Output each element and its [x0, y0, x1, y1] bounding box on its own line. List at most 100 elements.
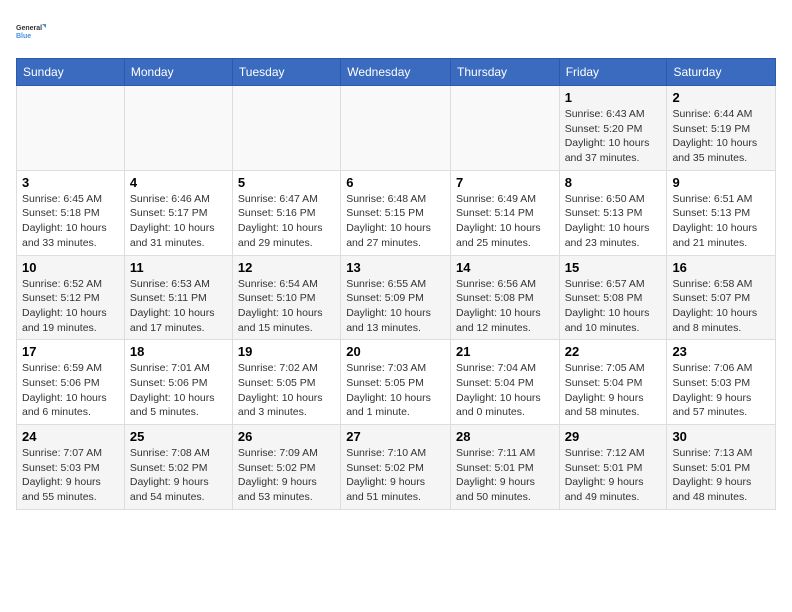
weekday-header-cell: Wednesday — [341, 59, 451, 86]
day-info: Sunrise: 6:55 AMSunset: 5:09 PMDaylight:… — [346, 277, 445, 336]
calendar-cell: 25 Sunrise: 7:08 AMSunset: 5:02 PMDayligh… — [124, 425, 232, 510]
day-number: 29 — [565, 429, 662, 444]
calendar-cell: 8 Sunrise: 6:50 AMSunset: 5:13 PMDaylight… — [559, 170, 667, 255]
day-info: Sunrise: 6:49 AMSunset: 5:14 PMDaylight:… — [456, 192, 554, 251]
weekday-header-cell: Friday — [559, 59, 667, 86]
day-number: 2 — [672, 90, 770, 105]
calendar-cell: 24 Sunrise: 7:07 AMSunset: 5:03 PMDayligh… — [17, 425, 125, 510]
day-number: 22 — [565, 344, 662, 359]
day-info: Sunrise: 6:59 AMSunset: 5:06 PMDaylight:… — [22, 361, 119, 420]
day-number: 4 — [130, 175, 227, 190]
day-number: 26 — [238, 429, 335, 444]
weekday-header-cell: Tuesday — [232, 59, 340, 86]
day-number: 19 — [238, 344, 335, 359]
day-info: Sunrise: 6:47 AMSunset: 5:16 PMDaylight:… — [238, 192, 335, 251]
day-number: 28 — [456, 429, 554, 444]
day-number: 14 — [456, 260, 554, 275]
day-number: 8 — [565, 175, 662, 190]
day-number: 25 — [130, 429, 227, 444]
calendar-cell — [451, 86, 560, 171]
day-number: 17 — [22, 344, 119, 359]
calendar-week-row: 24 Sunrise: 7:07 AMSunset: 5:03 PMDayligh… — [17, 425, 776, 510]
day-info: Sunrise: 7:09 AMSunset: 5:02 PMDaylight:… — [238, 446, 335, 505]
calendar-cell: 14 Sunrise: 6:56 AMSunset: 5:08 PMDayligh… — [451, 255, 560, 340]
calendar-cell: 23 Sunrise: 7:06 AMSunset: 5:03 PMDayligh… — [667, 340, 776, 425]
day-info: Sunrise: 6:46 AMSunset: 5:17 PMDaylight:… — [130, 192, 227, 251]
calendar-cell: 9 Sunrise: 6:51 AMSunset: 5:13 PMDaylight… — [667, 170, 776, 255]
day-info: Sunrise: 6:43 AMSunset: 5:20 PMDaylight:… — [565, 107, 662, 166]
calendar-cell: 27 Sunrise: 7:10 AMSunset: 5:02 PMDayligh… — [341, 425, 451, 510]
day-info: Sunrise: 6:52 AMSunset: 5:12 PMDaylight:… — [22, 277, 119, 336]
day-info: Sunrise: 6:54 AMSunset: 5:10 PMDaylight:… — [238, 277, 335, 336]
day-number: 27 — [346, 429, 445, 444]
calendar-week-row: 10 Sunrise: 6:52 AMSunset: 5:12 PMDayligh… — [17, 255, 776, 340]
calendar-cell: 17 Sunrise: 6:59 AMSunset: 5:06 PMDayligh… — [17, 340, 125, 425]
calendar-cell: 12 Sunrise: 6:54 AMSunset: 5:10 PMDayligh… — [232, 255, 340, 340]
day-info: Sunrise: 7:02 AMSunset: 5:05 PMDaylight:… — [238, 361, 335, 420]
calendar-week-row: 1Sunrise: 6:43 AMSunset: 5:20 PMDaylight… — [17, 86, 776, 171]
calendar-cell — [124, 86, 232, 171]
day-number: 23 — [672, 344, 770, 359]
calendar-cell: 21Sunrise: 7:04 AMSunset: 5:04 PMDayligh… — [451, 340, 560, 425]
calendar-cell: 13 Sunrise: 6:55 AMSunset: 5:09 PMDayligh… — [341, 255, 451, 340]
calendar-cell: 6 Sunrise: 6:48 AMSunset: 5:15 PMDaylight… — [341, 170, 451, 255]
calendar-cell: 28 Sunrise: 7:11 AMSunset: 5:01 PMDayligh… — [451, 425, 560, 510]
svg-text:Blue: Blue — [16, 33, 31, 40]
day-number: 18 — [130, 344, 227, 359]
calendar-cell: 19 Sunrise: 7:02 AMSunset: 5:05 PMDayligh… — [232, 340, 340, 425]
day-number: 13 — [346, 260, 445, 275]
weekday-header-row: SundayMondayTuesdayWednesdayThursdayFrid… — [17, 59, 776, 86]
calendar-body: 1Sunrise: 6:43 AMSunset: 5:20 PMDaylight… — [17, 86, 776, 510]
day-info: Sunrise: 7:03 AMSunset: 5:05 PMDaylight:… — [346, 361, 445, 420]
day-info: Sunrise: 7:01 AMSunset: 5:06 PMDaylight:… — [130, 361, 227, 420]
calendar-cell: 3Sunrise: 6:45 AMSunset: 5:18 PMDaylight… — [17, 170, 125, 255]
day-number: 20 — [346, 344, 445, 359]
calendar-cell — [17, 86, 125, 171]
day-info: Sunrise: 7:07 AMSunset: 5:03 PMDaylight:… — [22, 446, 119, 505]
weekday-header-cell: Thursday — [451, 59, 560, 86]
day-info: Sunrise: 7:06 AMSunset: 5:03 PMDaylight:… — [672, 361, 770, 420]
day-info: Sunrise: 6:50 AMSunset: 5:13 PMDaylight:… — [565, 192, 662, 251]
day-info: Sunrise: 7:11 AMSunset: 5:01 PMDaylight:… — [456, 446, 554, 505]
day-number: 15 — [565, 260, 662, 275]
day-number: 12 — [238, 260, 335, 275]
day-info: Sunrise: 6:57 AMSunset: 5:08 PMDaylight:… — [565, 277, 662, 336]
day-number: 10 — [22, 260, 119, 275]
weekday-header-cell: Sunday — [17, 59, 125, 86]
calendar-cell: 5Sunrise: 6:47 AMSunset: 5:16 PMDaylight… — [232, 170, 340, 255]
day-number: 7 — [456, 175, 554, 190]
day-number: 9 — [672, 175, 770, 190]
day-number: 21 — [456, 344, 554, 359]
day-info: Sunrise: 6:56 AMSunset: 5:08 PMDaylight:… — [456, 277, 554, 336]
day-info: Sunrise: 6:53 AMSunset: 5:11 PMDaylight:… — [130, 277, 227, 336]
calendar-cell: 15 Sunrise: 6:57 AMSunset: 5:08 PMDayligh… — [559, 255, 667, 340]
day-number: 6 — [346, 175, 445, 190]
day-info: Sunrise: 7:12 AMSunset: 5:01 PMDaylight:… — [565, 446, 662, 505]
header: General Blue — [16, 16, 776, 48]
day-info: Sunrise: 6:45 AMSunset: 5:18 PMDaylight:… — [22, 192, 119, 251]
calendar-cell: 16Sunrise: 6:58 AMSunset: 5:07 PMDayligh… — [667, 255, 776, 340]
calendar-cell — [341, 86, 451, 171]
day-info: Sunrise: 6:51 AMSunset: 5:13 PMDaylight:… — [672, 192, 770, 251]
calendar-cell: 11 Sunrise: 6:53 AMSunset: 5:11 PMDayligh… — [124, 255, 232, 340]
day-info: Sunrise: 7:13 AMSunset: 5:01 PMDaylight:… — [672, 446, 770, 505]
calendar-cell: 2Sunrise: 6:44 AMSunset: 5:19 PMDaylight… — [667, 86, 776, 171]
calendar-cell: 20 Sunrise: 7:03 AMSunset: 5:05 PMDayligh… — [341, 340, 451, 425]
day-number: 24 — [22, 429, 119, 444]
calendar-cell: 4 Sunrise: 6:46 AMSunset: 5:17 PMDaylight… — [124, 170, 232, 255]
day-info: Sunrise: 7:08 AMSunset: 5:02 PMDaylight:… — [130, 446, 227, 505]
calendar-week-row: 17 Sunrise: 6:59 AMSunset: 5:06 PMDayligh… — [17, 340, 776, 425]
day-number: 11 — [130, 260, 227, 275]
day-info: Sunrise: 6:58 AMSunset: 5:07 PMDaylight:… — [672, 277, 770, 336]
svg-text:General: General — [16, 25, 42, 32]
day-info: Sunrise: 6:48 AMSunset: 5:15 PMDaylight:… — [346, 192, 445, 251]
calendar-cell: 7 Sunrise: 6:49 AMSunset: 5:14 PMDaylight… — [451, 170, 560, 255]
calendar-cell: 26 Sunrise: 7:09 AMSunset: 5:02 PMDayligh… — [232, 425, 340, 510]
calendar-cell: 22 Sunrise: 7:05 AMSunset: 5:04 PMDayligh… — [559, 340, 667, 425]
calendar-cell: 30 Sunrise: 7:13 AMSunset: 5:01 PMDayligh… — [667, 425, 776, 510]
day-number: 30 — [672, 429, 770, 444]
logo-svg: General Blue — [16, 16, 46, 48]
day-info: Sunrise: 7:10 AMSunset: 5:02 PMDaylight:… — [346, 446, 445, 505]
calendar-week-row: 3Sunrise: 6:45 AMSunset: 5:18 PMDaylight… — [17, 170, 776, 255]
day-info: Sunrise: 7:05 AMSunset: 5:04 PMDaylight:… — [565, 361, 662, 420]
